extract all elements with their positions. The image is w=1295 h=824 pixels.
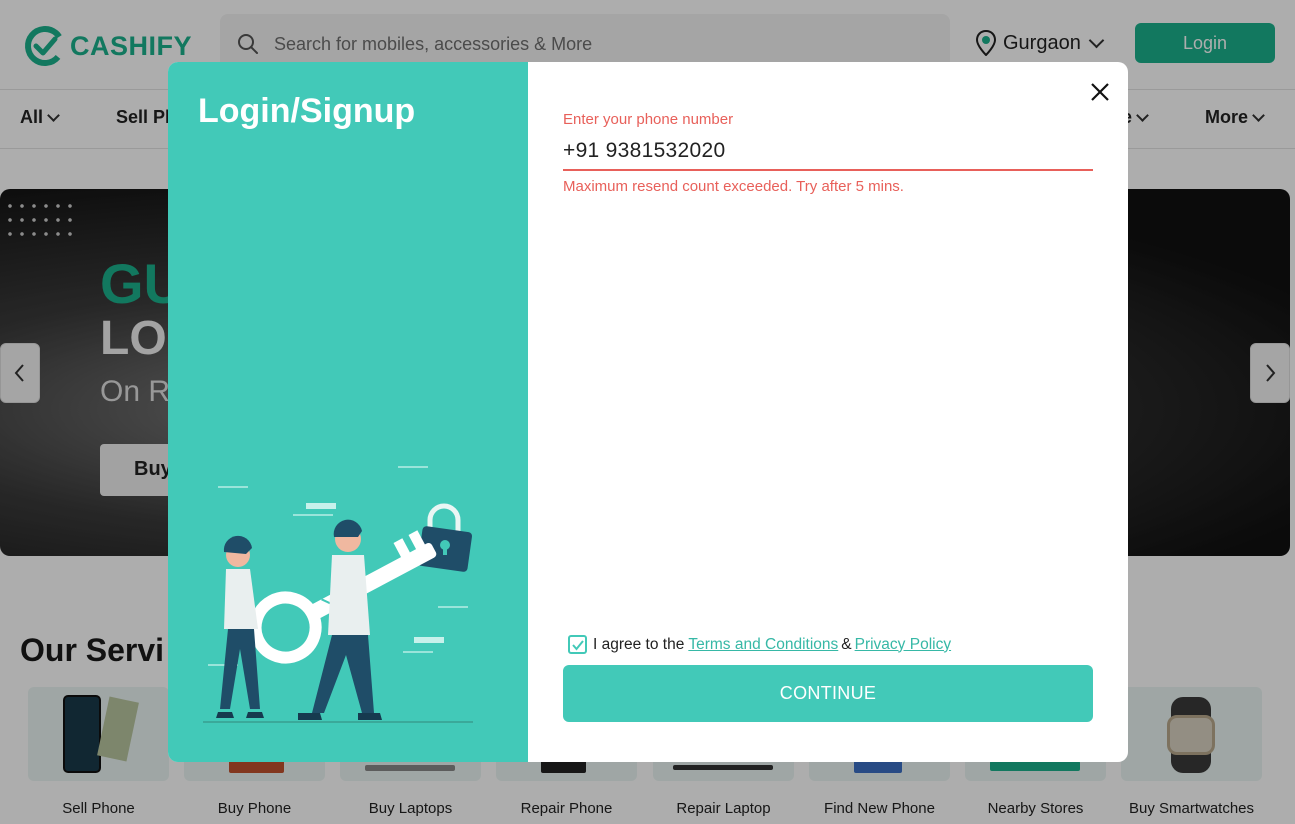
phone-field-label: Enter your phone number [563, 111, 734, 128]
checkmark-icon [571, 639, 584, 651]
continue-button[interactable]: CONTINUE [563, 665, 1093, 722]
modal-form-panel: Enter your phone number Maximum resend c… [528, 62, 1128, 762]
terms-link[interactable]: Terms and Conditions [688, 636, 838, 654]
modal-left-panel: Login/Signup [168, 62, 528, 762]
modal-title: Login/Signup [198, 92, 416, 130]
phone-number-input[interactable] [563, 133, 1093, 171]
login-modal: Login/Signup Enter your phone number +91… [168, 62, 1128, 762]
terms-agreement: I agree to the Terms and Conditions & Pr… [568, 635, 951, 654]
ampersand: & [841, 635, 852, 653]
close-icon[interactable] [1086, 78, 1114, 106]
agree-checkbox[interactable] [568, 635, 587, 654]
key-lock-illustration [203, 466, 473, 723]
agree-text: I agree to the [593, 635, 685, 653]
privacy-link[interactable]: Privacy Policy [855, 636, 951, 654]
error-message: Maximum resend count exceeded. Try after… [563, 178, 904, 195]
